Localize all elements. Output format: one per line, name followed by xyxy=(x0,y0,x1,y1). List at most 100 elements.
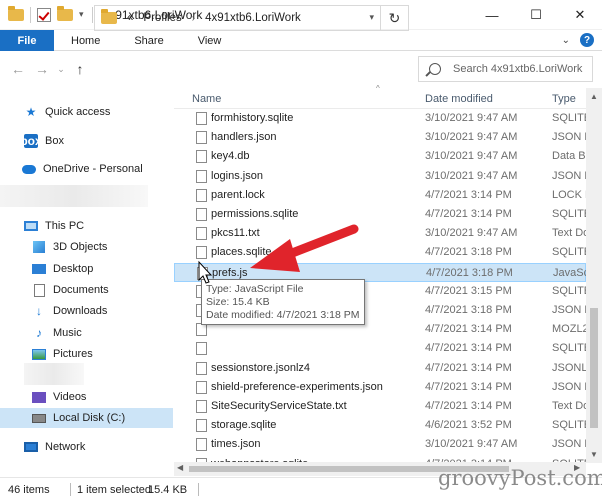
tab-share[interactable]: Share xyxy=(117,30,180,51)
folder-icon xyxy=(101,9,117,24)
help-icon[interactable]: ? xyxy=(580,33,594,47)
download-icon: ↓ xyxy=(36,304,42,318)
nav-local-disk[interactable]: Local Disk (C:) xyxy=(0,408,173,428)
folder-icon[interactable] xyxy=(8,5,24,21)
chevron-down-icon[interactable]: ▾ xyxy=(79,9,84,20)
file-icon xyxy=(196,112,207,125)
file-date: 4/7/2021 3:14 PM xyxy=(425,400,512,412)
nav-pictures[interactable]: Pictures xyxy=(0,344,173,364)
status-divider xyxy=(198,483,199,496)
file-icon xyxy=(196,380,207,394)
file-row[interactable]: pkcs11.txt 3/10/2021 9:47 AM Text Do xyxy=(174,224,586,243)
file-row[interactable]: storage.sqlite 4/6/2021 3:52 PM SQLITE xyxy=(174,416,586,435)
breadcrumb-overflow[interactable]: « xyxy=(127,12,133,24)
file-type: JSON F xyxy=(552,380,586,393)
vertical-scrollbar[interactable]: ▲ ▼ xyxy=(586,88,602,463)
nav-network[interactable]: Network xyxy=(0,437,173,457)
refresh-icon[interactable]: ↻ xyxy=(380,6,408,30)
nav-quick-access[interactable]: ★ Quick access xyxy=(0,102,173,122)
file-row[interactable]: handlers.json 3/10/2021 9:47 AM JSON F xyxy=(174,128,586,147)
document-icon xyxy=(32,283,46,297)
file-row[interactable]: shield-preference-experiments.json 4/7/20… xyxy=(174,378,586,397)
minimize-button[interactable]: — xyxy=(470,0,514,30)
search-icon xyxy=(429,63,441,75)
recent-locations-icon[interactable]: ⌄ xyxy=(54,64,68,75)
file-type: Text Do xyxy=(552,227,586,240)
nav-label: Downloads xyxy=(53,305,108,317)
navigation-pane: ★ Quick access box Box OneDrive - Person… xyxy=(0,88,173,475)
file-row[interactable]: key4.db 3/10/2021 9:47 AM Data Ba xyxy=(174,147,586,166)
nav-music[interactable]: ♪ Music xyxy=(0,323,173,343)
file-type: JSON F xyxy=(552,169,586,182)
expand-ribbon-icon[interactable]: ⌄ xyxy=(562,35,570,46)
file-row[interactable]: formhistory.sqlite 3/10/2021 9:47 AM SQLIT… xyxy=(174,109,586,128)
nav-label: Music xyxy=(53,327,82,339)
column-name[interactable]: Name xyxy=(192,93,221,105)
up-arrow-icon[interactable]: ↑ xyxy=(68,61,92,77)
file-name: places.sqlite xyxy=(211,246,272,259)
breadcrumb-current[interactable]: 4x91xtb6.LoriWork xyxy=(205,12,301,24)
nav-box[interactable]: box Box xyxy=(0,131,173,151)
scroll-up-arrow-icon[interactable]: ▲ xyxy=(590,92,598,101)
file-row[interactable]: parent.lock 4/7/2021 3:14 PM LOCK F xyxy=(174,186,586,205)
nav-onedrive[interactable]: OneDrive - Personal xyxy=(0,159,173,179)
file-row[interactable]: permissions.sqlite 4/7/2021 3:14 PM SQLITE xyxy=(174,205,586,224)
file-name: key4.db xyxy=(211,150,250,163)
file-type: SQLITE xyxy=(552,419,586,432)
file-name: parent.lock xyxy=(211,188,265,201)
file-row[interactable]: 4/7/2021 3:14 PM SQLITE xyxy=(174,339,586,358)
file-type: Text Do xyxy=(552,400,586,412)
nav-label: Documents xyxy=(53,284,109,296)
column-date-modified[interactable]: Date modified xyxy=(425,93,493,105)
file-date: 4/7/2021 3:14 PM xyxy=(425,342,512,355)
maximize-button[interactable]: ☐ xyxy=(514,0,558,30)
nav-videos[interactable]: Videos xyxy=(0,387,173,407)
file-type: Data Ba xyxy=(552,150,586,163)
nav-label: 3D Objects xyxy=(53,241,108,253)
search-input[interactable]: Search 4x91xtb6.LoriWork xyxy=(453,63,582,75)
tab-view[interactable]: View xyxy=(181,30,239,51)
file-row[interactable]: sessionstore.jsonlz4 4/7/2021 3:14 PM JSON… xyxy=(174,359,586,378)
nav-desktop[interactable]: Desktop xyxy=(0,259,173,279)
status-selected: 1 item selected xyxy=(77,484,151,496)
file-icon xyxy=(196,150,207,164)
column-type[interactable]: Type xyxy=(552,93,576,105)
forward-arrow-icon[interactable]: → xyxy=(30,61,54,77)
star-icon: ★ xyxy=(25,105,37,119)
ribbon-right-controls: ⌄ ? xyxy=(562,33,594,47)
nav-this-pc[interactable]: This PC xyxy=(0,216,173,236)
tab-file[interactable]: File xyxy=(0,30,54,51)
file-row[interactable]: times.json 3/10/2021 9:47 AM JSON F xyxy=(174,435,586,454)
nav-label: Quick access xyxy=(45,106,111,118)
file-date: 4/7/2021 3:15 PM xyxy=(425,284,512,297)
scroll-down-arrow-icon[interactable]: ▼ xyxy=(590,450,598,459)
box-icon: box xyxy=(20,134,42,148)
tab-home[interactable]: Home xyxy=(54,30,117,51)
file-row[interactable]: SiteSecurityServiceState.txt 4/7/2021 3:1… xyxy=(174,397,586,416)
nav-documents[interactable]: Documents xyxy=(0,280,173,300)
scrollbar-thumb[interactable] xyxy=(590,308,598,428)
file-date: 3/10/2021 9:47 AM xyxy=(425,150,518,163)
nav-3d-objects[interactable]: 3D Objects xyxy=(0,237,173,257)
new-folder-icon[interactable] xyxy=(57,5,73,21)
search-box[interactable]: Search 4x91xtb6.LoriWork xyxy=(418,56,593,82)
file-row[interactable]: logins.json 3/10/2021 9:47 AM JSON F xyxy=(174,167,586,186)
file-row[interactable]: places.sqlite 4/7/2021 3:18 PM SQLITE xyxy=(174,243,586,262)
video-icon xyxy=(32,390,46,404)
close-button[interactable]: ✕ xyxy=(558,0,602,30)
breadcrumb-profiles[interactable]: Profiles xyxy=(143,12,181,24)
properties-icon[interactable] xyxy=(37,7,51,22)
file-date: 4/7/2021 3:14 PM xyxy=(425,208,512,220)
address-bar[interactable]: « Profiles › 4x91xtb6.LoriWork ▾ ↻ xyxy=(94,5,409,31)
chevron-down-icon[interactable]: ▾ xyxy=(369,12,374,23)
file-type: SQLITE xyxy=(552,112,586,124)
file-icon xyxy=(196,323,207,337)
blurred-item xyxy=(0,185,148,207)
file-icon xyxy=(196,438,207,452)
file-name: formhistory.sqlite xyxy=(211,112,294,124)
scroll-left-arrow-icon[interactable]: ◀ xyxy=(177,463,183,472)
column-header-row: ^ Name Date modified Type xyxy=(174,84,602,109)
breadcrumb-separator[interactable]: › xyxy=(192,13,195,24)
nav-downloads[interactable]: ↓ Downloads xyxy=(0,301,173,321)
back-arrow-icon[interactable]: ← xyxy=(6,61,30,77)
